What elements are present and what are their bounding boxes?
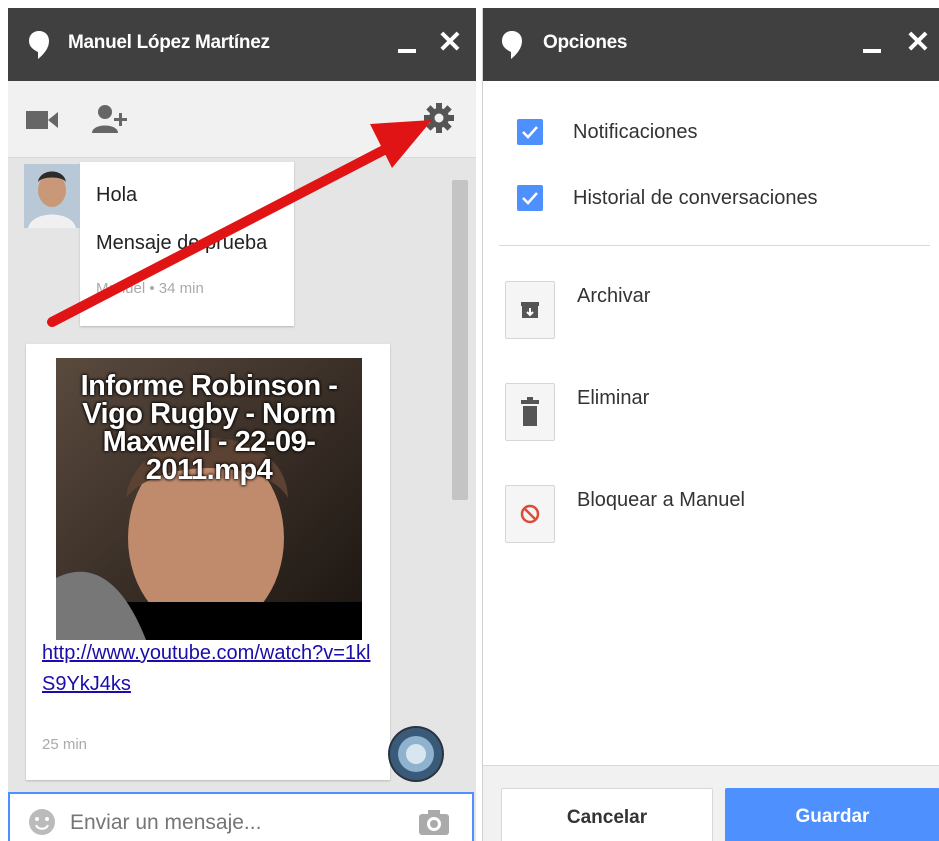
options-window: Opciones ✕ Notificaciones Historial de c… [482,8,939,841]
action-archive[interactable]: Archivar [483,279,939,343]
hangouts-bubble-icon [502,31,522,59]
avatar[interactable] [24,164,80,228]
check-icon [522,126,538,139]
scrollbar[interactable] [452,180,468,500]
option-label: Notificaciones [573,121,698,143]
minimize-icon[interactable] [392,30,422,60]
chat-toolbar [8,81,476,158]
message-composer [8,792,474,841]
video-camera-icon[interactable] [26,109,58,131]
action-label: Eliminar [577,387,650,409]
message-card: Hola Mensaje de prueba Manuel • 34 min [80,162,294,326]
message-input[interactable] [68,810,372,836]
options-titlebar: Opciones ✕ [483,8,939,81]
message-line: Mensaje de prueba [96,232,268,254]
action-label: Archivar [577,285,651,307]
close-icon[interactable]: ✕ [435,26,465,60]
notifications-checkbox[interactable] [517,119,543,145]
block-button[interactable] [505,485,555,543]
youtube-link[interactable]: http://www.youtube.com/watch?v=1klS9YkJ4… [42,638,372,700]
gear-icon[interactable] [424,103,454,133]
camera-icon[interactable] [418,808,450,836]
action-label: Bloquear a Manuel [577,489,745,511]
history-checkbox[interactable] [517,185,543,211]
close-icon[interactable]: ✕ [903,26,933,60]
archive-button[interactable] [505,281,555,339]
delete-button[interactable] [505,383,555,441]
option-notifications[interactable]: Notificaciones [483,111,939,155]
action-block[interactable]: Bloquear a Manuel [483,483,939,547]
message-card: Informe Robinson - Vigo Rugby - Norm Max… [26,344,390,780]
message-list: Hola Mensaje de prueba Manuel • 34 min I… [8,158,476,783]
message-meta: Manuel • 34 min [96,280,204,297]
message-line: Hola [96,184,138,206]
option-label: Historial de conversaciones [573,187,818,209]
action-delete[interactable]: Eliminar [483,381,939,445]
check-icon [522,192,538,205]
sender-avatar[interactable] [388,726,444,782]
options-footer: Cancelar Guardar [483,765,939,841]
chat-titlebar: Manuel López Martínez ✕ [8,8,476,81]
divider [499,245,930,246]
block-icon [520,504,540,524]
chat-window: Manuel López Martínez ✕ Hola Mensaje de … [8,8,476,841]
save-button[interactable]: Guardar [725,788,939,841]
archive-icon [521,302,539,318]
cancel-button[interactable]: Cancelar [501,788,713,841]
add-person-icon[interactable] [92,103,130,135]
trash-icon [521,397,539,426]
smiley-icon[interactable] [28,808,56,836]
hangouts-bubble-icon [29,31,49,59]
option-history[interactable]: Historial de conversaciones [483,177,939,221]
video-thumbnail[interactable]: Informe Robinson - Vigo Rugby - Norm Max… [56,358,362,640]
video-title: Informe Robinson - Vigo Rugby - Norm Max… [80,370,338,486]
minimize-icon[interactable] [857,30,887,60]
options-title: Opciones [543,32,628,53]
chat-title: Manuel López Martínez [68,32,270,53]
message-meta: 25 min [42,736,88,753]
